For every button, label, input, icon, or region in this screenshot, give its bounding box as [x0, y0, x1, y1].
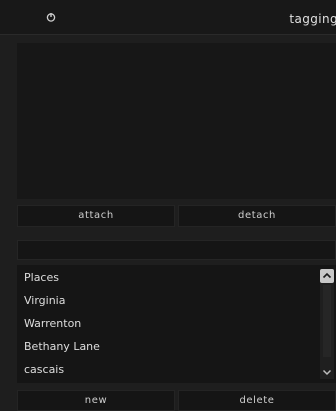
power-icon[interactable] — [46, 12, 56, 22]
scrollbar-track[interactable] — [323, 285, 331, 357]
attached-tags-list[interactable] — [17, 43, 336, 199]
module-header: tagging — [0, 0, 336, 35]
chevron-down-icon[interactable] — [320, 365, 334, 379]
new-tag-button[interactable]: new — [17, 390, 175, 411]
list-item[interactable]: Places — [24, 268, 59, 288]
delete-tag-button[interactable]: delete — [178, 390, 336, 411]
list-item[interactable]: Warrenton — [24, 314, 81, 334]
tag-entry-input[interactable] — [17, 240, 336, 260]
tag-dictionary-list[interactable]: Places Virginia Warrenton Bethany Lane c… — [17, 265, 336, 383]
list-item[interactable]: Bethany Lane — [24, 337, 100, 357]
attach-button[interactable]: attach — [17, 205, 175, 227]
list-scrollbar[interactable] — [320, 269, 334, 379]
list-item[interactable]: cascais — [24, 360, 64, 380]
module-title: tagging — [289, 12, 336, 26]
list-item[interactable]: Virginia — [24, 291, 65, 311]
detach-button[interactable]: detach — [178, 205, 336, 227]
chevron-up-icon[interactable] — [320, 269, 334, 283]
